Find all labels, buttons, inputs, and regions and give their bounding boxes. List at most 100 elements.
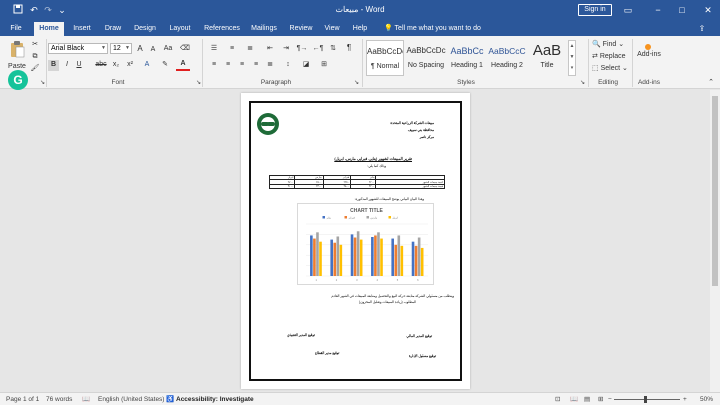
tab-help[interactable]: Help (348, 22, 372, 36)
tab-home[interactable]: Home (34, 22, 64, 36)
maximize-icon[interactable]: □ (674, 2, 690, 18)
minimize-icon[interactable]: − (650, 2, 666, 18)
focus-mode-icon[interactable]: ⊡ (555, 395, 560, 404)
copy-icon[interactable]: ⧉ (30, 52, 40, 62)
styles-launcher-icon[interactable]: ↘ (580, 79, 585, 86)
vertical-scrollbar[interactable] (710, 90, 720, 392)
ltr-icon[interactable]: ¶→ (296, 44, 308, 54)
change-case-button[interactable]: Aa (162, 44, 174, 54)
select-button[interactable]: ⬚ Select ⌄ (592, 64, 632, 74)
collapse-ribbon-icon[interactable]: ⌃ (706, 78, 716, 88)
shading-icon[interactable]: ◪ (300, 60, 312, 70)
chart-bar (310, 235, 313, 276)
distributed-icon[interactable]: ≣ (264, 60, 276, 70)
zoom-out-icon[interactable]: − (608, 395, 612, 404)
subscript-button[interactable]: x₂ (110, 60, 122, 70)
show-marks-icon[interactable]: ¶ (344, 43, 354, 53)
clear-formatting-icon[interactable]: ⌫ (180, 44, 190, 54)
undo-icon[interactable]: ↶ (28, 4, 40, 16)
bold-button[interactable]: B (48, 60, 59, 71)
font-color-button[interactable]: A (176, 59, 190, 71)
format-painter-icon[interactable]: 🖌 (30, 64, 40, 74)
align-center-icon[interactable]: ≡ (222, 60, 234, 70)
text-effects-icon[interactable]: A (140, 60, 154, 70)
tab-view[interactable]: View (320, 22, 344, 36)
style-normal[interactable]: AaBbCcDc ¶ Normal (366, 40, 404, 76)
language[interactable]: English (United States) (98, 395, 164, 404)
tab-review[interactable]: Review (286, 22, 316, 36)
document-page[interactable]: مبيعات الشركة الزراعية المتحدة محافظة بن… (241, 93, 470, 389)
ribbon-display-icon[interactable]: ▭ (620, 2, 636, 18)
tab-insert[interactable]: Insert (68, 22, 96, 36)
style-heading-1[interactable]: AaBbCc Heading 1 (448, 40, 486, 76)
zoom-slider-thumb[interactable] (644, 396, 647, 403)
find-button[interactable]: 🔍 Find ⌄ (592, 40, 632, 50)
italic-button[interactable]: I (62, 60, 72, 70)
styles-scroll[interactable]: ▲ ▼ ▾ (568, 40, 576, 76)
tab-mailings[interactable]: Mailings (246, 22, 282, 36)
chart-title: CHART TITLE (350, 208, 383, 214)
justify-icon[interactable]: ≡ (250, 60, 262, 70)
word-count[interactable]: 76 words (46, 395, 72, 404)
tab-layout[interactable]: Layout (164, 22, 196, 36)
share-icon[interactable]: ⇪ (694, 22, 710, 36)
tab-draw[interactable]: Draw (100, 22, 126, 36)
numbering-icon[interactable]: ≡ (226, 44, 238, 54)
font-size-dropdown[interactable]: 12 ▼ (110, 43, 132, 54)
tab-design[interactable]: Design (130, 22, 160, 36)
superscript-button[interactable]: x² (124, 60, 136, 70)
tab-references[interactable]: References (200, 22, 244, 36)
increase-indent-icon[interactable]: ⇥ (280, 44, 292, 54)
strikethrough-button[interactable]: abc (94, 60, 108, 70)
document-area: مبيعات الشركة الزراعية المتحدة محافظة بن… (0, 90, 720, 392)
zoom-slider[interactable] (614, 399, 680, 400)
align-left-icon[interactable]: ≡ (208, 60, 220, 70)
shrink-font-button[interactable]: A (148, 45, 158, 55)
highlight-icon[interactable]: ✎ (158, 60, 172, 70)
select-icon: ⬚ (592, 65, 599, 72)
underline-button[interactable]: U (74, 60, 84, 70)
line-spacing-icon[interactable]: ↕ (282, 60, 294, 70)
paste-button[interactable]: Paste (6, 40, 28, 72)
sign-in-button[interactable]: Sign in (578, 4, 612, 16)
sort-icon[interactable]: ⇅ (328, 44, 338, 54)
tab-file[interactable]: File (4, 22, 28, 36)
clipboard-launcher-icon[interactable]: ↘ (40, 79, 45, 86)
scrollbar-thumb[interactable] (712, 96, 718, 286)
grammarly-icon[interactable]: G (8, 70, 28, 90)
bullets-icon[interactable]: ☰ (208, 44, 220, 54)
align-right-icon[interactable]: ≡ (236, 60, 248, 70)
borders-icon[interactable]: ⊞ (318, 60, 330, 70)
multilevel-list-icon[interactable]: ≣ (244, 44, 256, 54)
cut-icon[interactable]: ✂ (30, 40, 40, 50)
web-layout-icon[interactable]: ⊞ (598, 395, 603, 404)
decrease-indent-icon[interactable]: ⇤ (264, 44, 276, 54)
save-icon[interactable] (12, 4, 24, 16)
sales-chart[interactable]: CHART TITLE يناير فبراير مارس ابريل 1 2 3 4 5 6 (297, 203, 434, 285)
tell-me-box[interactable]: 💡 Tell me what you want to do (384, 23, 481, 35)
font-launcher-icon[interactable]: ↘ (196, 79, 201, 86)
accessibility-status[interactable]: Accessibility: Investigate (176, 395, 254, 404)
proofing-icon[interactable]: 📖 (82, 395, 90, 404)
style-no-spacing[interactable]: AaBbCcDc No Spacing (406, 40, 446, 76)
style-heading-2[interactable]: AaBbCcC Heading 2 (488, 40, 526, 76)
read-mode-icon[interactable]: 📖 (570, 395, 578, 404)
print-layout-icon[interactable]: ▤ (584, 395, 590, 404)
chart-bar (336, 236, 340, 276)
company-logo (257, 113, 279, 135)
zoom-level[interactable]: 50% (700, 395, 713, 404)
redo-icon[interactable]: ↷ (42, 4, 54, 16)
chevron-down-icon[interactable]: ⌄ (56, 4, 68, 16)
paragraph-launcher-icon[interactable]: ↘ (354, 79, 359, 86)
zoom-in-icon[interactable]: + (683, 395, 687, 404)
page-count[interactable]: Page 1 of 1 (6, 395, 39, 404)
intro-text: وذلك كما يلي: (367, 164, 386, 168)
table-cell: ٣٣٠٠ (294, 183, 324, 190)
close-icon[interactable]: ✕ (700, 2, 716, 18)
style-title[interactable]: AaB Title (528, 40, 566, 76)
rtl-icon[interactable]: ←¶ (312, 44, 324, 54)
grow-font-button[interactable]: A (135, 44, 145, 54)
replace-button[interactable]: ⇄ Replace (592, 52, 632, 62)
add-ins-button[interactable]: Add-ins (636, 50, 662, 60)
font-name-dropdown[interactable]: Arial Black ▼ (48, 43, 108, 54)
